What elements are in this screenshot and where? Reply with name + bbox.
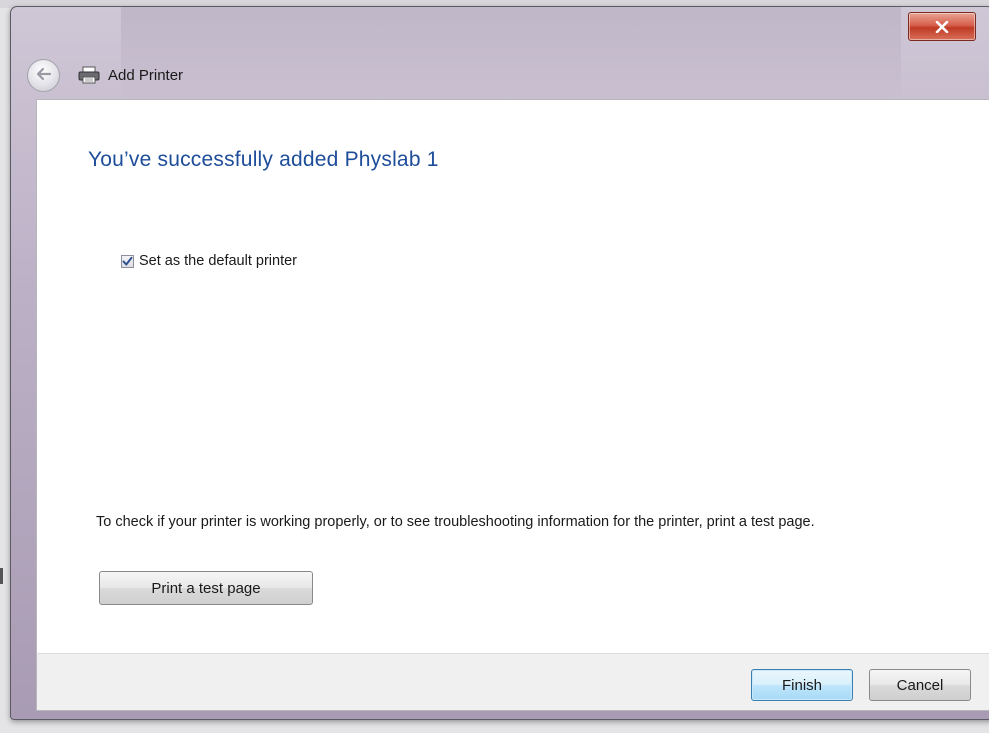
default-printer-checkbox[interactable]	[121, 254, 134, 268]
add-printer-window: Add Printer You’ve successfully added Ph…	[10, 6, 989, 720]
finish-button[interactable]: Finish	[751, 669, 853, 701]
print-test-page-button[interactable]: Print a test page	[99, 571, 313, 605]
wizard-footer: Finish Cancel	[36, 653, 989, 711]
window-title: Add Printer	[108, 66, 184, 84]
checkmark-icon	[122, 256, 133, 265]
header-row: Add Printer	[27, 58, 787, 92]
default-printer-label: Set as the default printer	[139, 253, 297, 269]
wizard-content: You’ve successfully added Physlab 1 Set …	[36, 99, 989, 653]
background-mark	[0, 568, 3, 584]
page-heading: You’ve successfully added Physlab 1	[88, 148, 439, 171]
test-page-info: To check if your printer is working prop…	[96, 514, 815, 530]
cancel-button[interactable]: Cancel	[869, 669, 971, 701]
close-icon	[935, 20, 949, 33]
printer-icon	[78, 66, 100, 84]
back-arrow-icon	[36, 66, 52, 85]
back-button[interactable]	[27, 58, 60, 92]
close-button[interactable]	[908, 12, 976, 41]
default-printer-option[interactable]: Set as the default printer	[121, 253, 297, 269]
